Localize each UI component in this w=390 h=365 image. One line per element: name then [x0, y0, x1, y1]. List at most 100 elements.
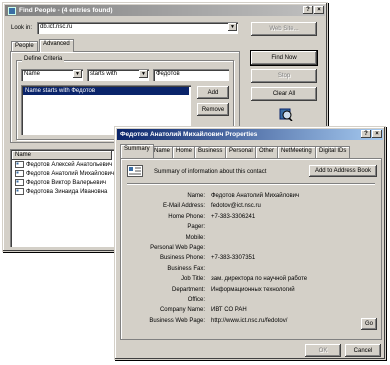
web-site-button[interactable]: Web Site...	[251, 22, 317, 36]
find-people-title: Find People - (4 entries found)	[19, 7, 113, 14]
contact-card-icon	[15, 170, 24, 177]
contact-field-row: Office:	[121, 297, 383, 306]
ok-button[interactable]: OK	[305, 344, 341, 357]
find-now-label: Find Now	[271, 55, 297, 61]
help-icon[interactable]: ?	[361, 130, 371, 138]
contact-field-value: fedotov@ict.nsc.ru	[211, 203, 261, 210]
stop-label: Stop	[277, 73, 291, 79]
look-in-dropdown[interactable]: db.ict.nsc.ru	[37, 22, 238, 34]
contact-field-value: Информационных технологий	[211, 286, 295, 293]
tab-personal[interactable]: Personal	[225, 146, 257, 158]
tab-other-label: Other	[259, 148, 275, 154]
separator	[127, 183, 375, 185]
tab-business[interactable]: Business	[194, 146, 227, 158]
find-people-icon	[8, 6, 16, 15]
web-site-label: Web Site...	[269, 26, 299, 32]
search-animation-icon	[279, 107, 293, 122]
clear-all-button[interactable]: Clear All	[251, 87, 317, 101]
criteria-field-dropdown[interactable]: Name	[21, 69, 83, 81]
add-to-address-book-button[interactable]: Add to Address Book	[309, 165, 377, 177]
contact-field-label: Job Title:	[180, 276, 205, 283]
tab-home[interactable]: Home	[172, 146, 197, 158]
cancel-button-label: Cancel	[353, 347, 373, 354]
result-row[interactable]: Федотов Анатолий Михайлович	[12, 170, 122, 179]
contact-field-row: Home Phone: +7-383-3306241	[121, 214, 383, 223]
tab-name-label: Name	[154, 148, 171, 154]
define-criteria-title: Define Criteria	[22, 56, 65, 62]
criteria-value-text: Федотов	[156, 71, 180, 77]
contact-field-row: Mobile:	[121, 235, 383, 244]
contact-field-label: Name:	[187, 193, 205, 199]
properties-titlebar[interactable]: Федотов Анатолий Михайлович Properties ?…	[117, 129, 383, 140]
result-row[interactable]: Федотова Зинаида Ивановна	[12, 188, 122, 197]
tab-netmeeting-label: NetMeeting	[281, 148, 312, 154]
look-in-value: db.ict.nsc.ru	[40, 24, 73, 30]
contact-field-label: Company Name:	[159, 307, 205, 314]
tab-digital-ids[interactable]: Digital IDs	[315, 146, 351, 158]
contact-summary-icon	[127, 165, 143, 177]
properties-tabs: Summary Name Home Business Personal Othe…	[120, 144, 382, 158]
summary-text: Summary of information about this contac…	[154, 169, 267, 175]
go-button-label: Go	[364, 321, 373, 327]
close-icon[interactable]: ×	[372, 130, 382, 138]
result-row[interactable]: Федотов Алексей Анатольевич	[12, 161, 122, 170]
close-icon[interactable]: ×	[314, 6, 324, 14]
tab-business-label: Business	[198, 148, 223, 154]
properties-window: Федотов Анатолий Михайлович Properties ?…	[114, 126, 386, 360]
tab-digital-ids-label: Digital IDs	[319, 148, 347, 154]
contact-field-label: E-Mail Address:	[162, 203, 205, 210]
tab-advanced[interactable]: Advanced	[39, 39, 74, 52]
result-row[interactable]: Федотов Виктор Валерьевич	[12, 179, 122, 188]
criteria-list-item-label: Name starts with Федотов	[25, 88, 96, 94]
tab-summary[interactable]: Summary	[120, 144, 154, 158]
contact-card-icon	[15, 161, 24, 168]
contact-field-label: Pager:	[187, 224, 205, 231]
contact-field-row: Name: Федотов Анатолий Михайлович	[121, 193, 383, 202]
tab-netmeeting[interactable]: NetMeeting	[277, 146, 316, 158]
contact-field-label: Mobile:	[185, 234, 205, 241]
contact-field-label: Personal Web Page:	[150, 245, 205, 251]
find-people-titlebar[interactable]: Find People - (4 entries found) ? ×	[5, 5, 325, 16]
help-icon[interactable]: ?	[303, 6, 313, 14]
add-button[interactable]: Add	[197, 86, 229, 99]
criteria-list-item[interactable]: Name starts with Федотов	[23, 87, 189, 95]
contact-field-value: Федотов Анатолий Михайлович	[211, 193, 300, 199]
tab-summary-label: Summary	[124, 146, 150, 152]
tab-people-label: People	[15, 43, 34, 49]
result-row-label: Федотова Зинаида Ивановна	[26, 189, 108, 195]
remove-button[interactable]: Remove	[197, 103, 229, 116]
ok-button-label: OK	[318, 347, 328, 354]
contact-field-value: http://www.ict.nsc.ru/fedotov/	[211, 317, 288, 324]
contact-card-icon	[15, 179, 24, 186]
cancel-button[interactable]: Cancel	[345, 344, 381, 357]
clear-all-label: Clear All	[272, 91, 296, 97]
add-to-address-book-label: Add to Address Book	[314, 168, 372, 174]
tab-personal-label: Personal	[229, 148, 253, 154]
tab-other[interactable]: Other	[255, 146, 279, 158]
find-now-button[interactable]: Find Now	[250, 50, 318, 66]
look-in-label: Look in:	[11, 25, 33, 31]
contact-field-value: +7-383-3307351	[211, 255, 256, 262]
result-row-label: Федотов Виктор Валерьевич	[26, 180, 107, 186]
contact-field-row: Business Phone: +7-383-3307351	[121, 255, 383, 264]
result-row-label: Федотов Алексей Анатольевич	[26, 162, 113, 168]
contact-field-row: Business Web Page: http://www.ict.nsc.ru/…	[121, 318, 383, 327]
contact-card-icon	[15, 188, 24, 195]
contact-field-label: Business Web Page:	[149, 317, 205, 324]
criteria-value-input[interactable]: Федотов	[153, 69, 229, 81]
contact-field-row: Business Fax:	[121, 266, 383, 275]
contact-fields: Name: Федотов Анатолий Михайлович E-Mail A…	[121, 193, 383, 343]
contact-field-label: Business Phone:	[159, 255, 205, 262]
result-row-label: Федотов Анатолий Михайлович	[26, 171, 115, 177]
remove-button-label: Remove	[201, 106, 225, 113]
contact-field-value: зам. директора по научной работе	[211, 276, 308, 283]
contact-field-row: Company Name: ИВТ СО РАН	[121, 307, 383, 316]
go-button[interactable]: Go	[361, 318, 377, 330]
contact-field-row: Job Title: зам. директора по научной рабо…	[121, 276, 383, 285]
results-header[interactable]: Name	[12, 151, 112, 160]
contact-field-label: Department:	[171, 286, 205, 293]
stop-button[interactable]: Stop	[251, 69, 317, 83]
criteria-condition-dropdown[interactable]: starts with	[87, 69, 149, 81]
criteria-condition-value: starts with	[90, 71, 118, 77]
tab-advanced-label: Advanced	[43, 41, 70, 47]
